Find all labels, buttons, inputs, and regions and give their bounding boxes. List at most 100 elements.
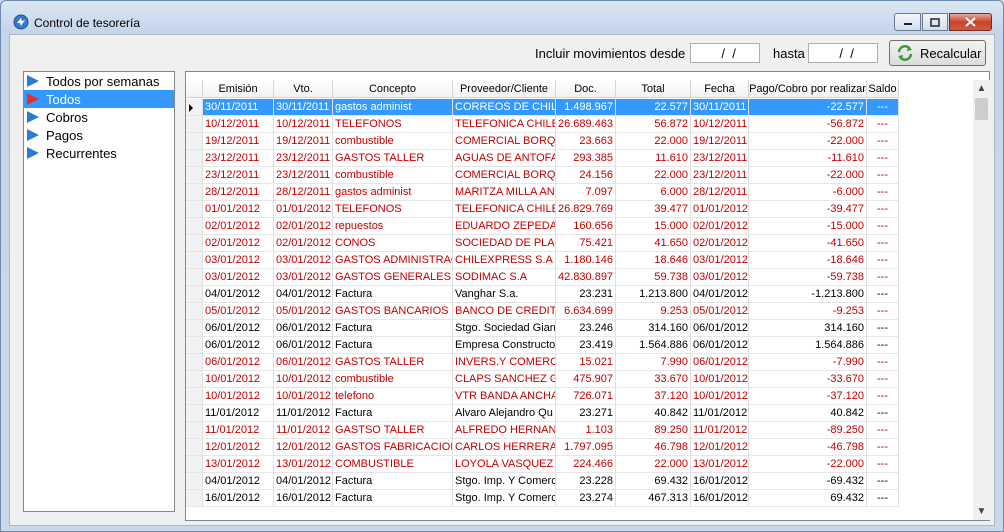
cell-total[interactable]: 1.213.800 (616, 286, 691, 303)
cell-fecha[interactable]: 16/01/2012 (691, 490, 749, 507)
nav-item[interactable]: Pagos (24, 126, 174, 144)
cell-concepto[interactable]: GASTOS BANCARIOS (333, 303, 453, 320)
table-row[interactable]: 23/12/2011 23/12/2011 combustible COMERCIAL… (186, 167, 976, 184)
table-row[interactable]: 10/01/2012 10/01/2012 telefono VTR BANDA AN… (186, 388, 976, 405)
column-header[interactable]: Saldo (867, 80, 899, 98)
cell-pago[interactable]: -41.650 (749, 235, 867, 252)
cell-proveedor[interactable]: EDUARDO ZEPEDA I (453, 218, 556, 235)
cell-emision[interactable]: 19/12/2011 (203, 133, 274, 150)
row-indicator[interactable] (186, 422, 203, 439)
table-row[interactable]: 30/11/2011 30/11/2011 gastos administ CORRE… (186, 99, 976, 116)
column-header[interactable]: Concepto (333, 80, 453, 98)
table-row[interactable]: 02/01/2012 02/01/2012 CONOS SOCIEDAD DE PLA… (186, 235, 976, 252)
cell-total[interactable]: 22.577 (616, 99, 691, 116)
cell-fecha[interactable]: 03/01/2012 (691, 269, 749, 286)
column-header[interactable]: Fecha (691, 80, 749, 98)
cell-concepto[interactable]: Factura (333, 320, 453, 337)
row-indicator[interactable] (186, 388, 203, 405)
cell-pago[interactable]: -22.577 (749, 99, 867, 116)
cell-pago[interactable]: -59.738 (749, 269, 867, 286)
cell-doc[interactable]: 23.274 (556, 490, 616, 507)
table-row[interactable]: 04/01/2012 04/01/2012 Factura Vanghar S.a. 2… (186, 286, 976, 303)
cell-total[interactable]: 22.000 (616, 133, 691, 150)
cell-total[interactable]: 46.798 (616, 439, 691, 456)
cell-pago[interactable]: -37.120 (749, 388, 867, 405)
table-row[interactable]: 02/01/2012 02/01/2012 repuestos EDUARDO ZEP… (186, 218, 976, 235)
cell-vto[interactable]: 13/01/2012 (274, 456, 333, 473)
cell-total[interactable]: 39.477 (616, 201, 691, 218)
cell-fecha[interactable]: 10/12/2011 (691, 116, 749, 133)
cell-vto[interactable]: 03/01/2012 (274, 269, 333, 286)
cell-saldo[interactable]: --- (867, 218, 899, 235)
cell-pago[interactable]: -9.253 (749, 303, 867, 320)
cell-emision[interactable]: 02/01/2012 (203, 235, 274, 252)
cell-vto[interactable]: 10/01/2012 (274, 371, 333, 388)
cell-vto[interactable]: 02/01/2012 (274, 218, 333, 235)
cell-pago[interactable]: -11.610 (749, 150, 867, 167)
column-header[interactable]: Emisión (203, 80, 274, 98)
cell-vto[interactable]: 11/01/2012 (274, 405, 333, 422)
row-indicator[interactable] (186, 473, 203, 490)
cell-total[interactable]: 33.670 (616, 371, 691, 388)
cell-emision[interactable]: 05/01/2012 (203, 303, 274, 320)
cell-vto[interactable]: 12/01/2012 (274, 439, 333, 456)
cell-emision[interactable]: 10/12/2011 (203, 116, 274, 133)
row-indicator[interactable] (186, 184, 203, 201)
cell-doc[interactable]: 23.419 (556, 337, 616, 354)
row-indicator[interactable] (186, 150, 203, 167)
cell-emision[interactable]: 06/01/2012 (203, 354, 274, 371)
cell-total[interactable]: 6.000 (616, 184, 691, 201)
cell-emision[interactable]: 23/12/2011 (203, 167, 274, 184)
cell-saldo[interactable]: --- (867, 201, 899, 218)
cell-pago[interactable]: -18.646 (749, 252, 867, 269)
cell-fecha[interactable]: 23/12/2011 (691, 150, 749, 167)
row-indicator[interactable] (186, 405, 203, 422)
cell-fecha[interactable]: 11/01/2012 (691, 405, 749, 422)
cell-proveedor[interactable]: TELEFONICA CHILE S (453, 116, 556, 133)
table-row[interactable]: 03/01/2012 03/01/2012 GASTOS ADMINISTRACI C… (186, 252, 976, 269)
row-indicator[interactable] (186, 354, 203, 371)
cell-fecha[interactable]: 16/01/2012 (691, 473, 749, 490)
row-indicator[interactable] (186, 269, 203, 286)
cell-vto[interactable]: 11/01/2012 (274, 422, 333, 439)
cell-doc[interactable]: 726.071 (556, 388, 616, 405)
cell-doc[interactable]: 23.271 (556, 405, 616, 422)
cell-vto[interactable]: 02/01/2012 (274, 235, 333, 252)
row-indicator[interactable] (186, 286, 203, 303)
cell-doc[interactable]: 1.180.146 (556, 252, 616, 269)
cell-fecha[interactable]: 03/01/2012 (691, 252, 749, 269)
table-row[interactable]: 16/01/2012 16/01/2012 Factura Stgo. Imp. Y … (186, 490, 976, 507)
cell-total[interactable]: 37.120 (616, 388, 691, 405)
cell-saldo[interactable]: --- (867, 388, 899, 405)
cell-pago[interactable]: -7.990 (749, 354, 867, 371)
cell-saldo[interactable]: --- (867, 99, 899, 116)
nav-item[interactable]: Recurrentes (24, 144, 174, 162)
cell-fecha[interactable]: 28/12/2011 (691, 184, 749, 201)
cell-emision[interactable]: 04/01/2012 (203, 473, 274, 490)
cell-fecha[interactable]: 05/01/2012 (691, 303, 749, 320)
cell-proveedor[interactable]: CHILEXPRESS S.A (453, 252, 556, 269)
cell-doc[interactable]: 23.231 (556, 286, 616, 303)
cell-vto[interactable]: 04/01/2012 (274, 286, 333, 303)
cell-total[interactable]: 59.738 (616, 269, 691, 286)
to-date-field[interactable] (808, 43, 878, 63)
cell-saldo[interactable]: --- (867, 167, 899, 184)
cell-concepto[interactable]: TELEFONOS (333, 201, 453, 218)
cell-pago[interactable]: -6.000 (749, 184, 867, 201)
cell-doc[interactable]: 24.156 (556, 167, 616, 184)
cell-emision[interactable]: 12/01/2012 (203, 439, 274, 456)
cell-concepto[interactable]: Factura (333, 405, 453, 422)
column-header[interactable]: Pago/Cobro por realizar (749, 80, 867, 98)
cell-total[interactable]: 89.250 (616, 422, 691, 439)
column-header[interactable]: Proveedor/Cliente (453, 80, 556, 98)
cell-vto[interactable]: 04/01/2012 (274, 473, 333, 490)
cell-emision[interactable]: 28/12/2011 (203, 184, 274, 201)
cell-vto[interactable]: 19/12/2011 (274, 133, 333, 150)
cell-doc[interactable]: 6.634.699 (556, 303, 616, 320)
table-row[interactable]: 23/12/2011 23/12/2011 GASTOS TALLER AGUAS D… (186, 150, 976, 167)
cell-concepto[interactable]: combustible (333, 371, 453, 388)
cell-fecha[interactable]: 10/01/2012 (691, 371, 749, 388)
cell-doc[interactable]: 23.246 (556, 320, 616, 337)
cell-doc[interactable]: 160.656 (556, 218, 616, 235)
table-row[interactable]: 06/01/2012 06/01/2012 GASTOS TALLER INVERS.… (186, 354, 976, 371)
